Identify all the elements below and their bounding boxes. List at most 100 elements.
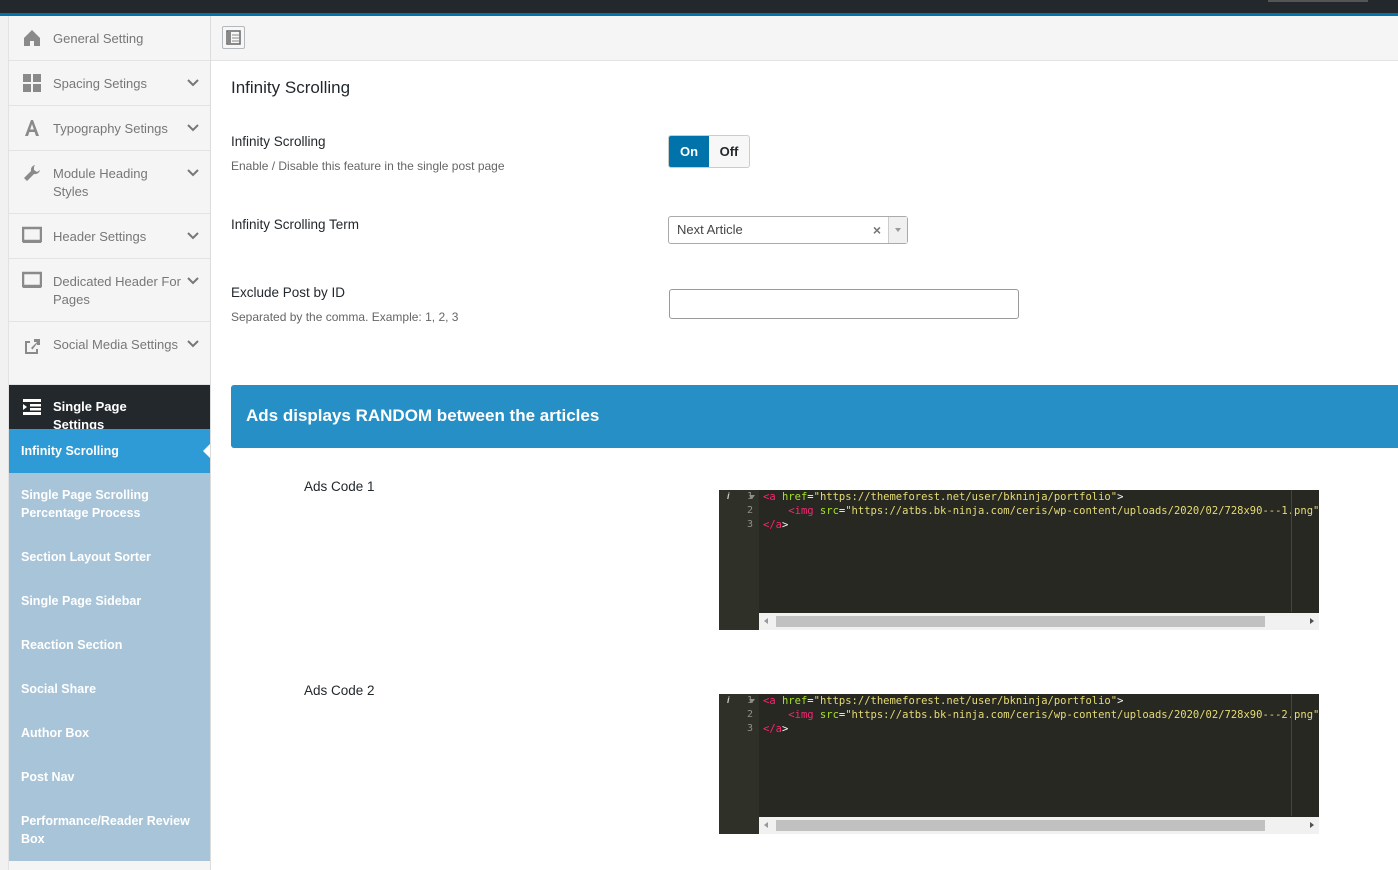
submenu-item-reaction-section[interactable]: Reaction Section [9,623,210,667]
monitor-icon [22,271,42,288]
options-sidebar: General Setting Spacing Setings Typograp… [9,16,211,870]
ad-image-src: https://atbs.bk-ninja.com/ceris/wp-conte… [851,709,1314,721]
scrolling-term-select[interactable]: Next Article × [668,216,908,244]
submenu-item-review-box[interactable]: Performance/Reader Review Box [9,799,210,861]
submenu-item-label: Performance/Reader Review Box [21,814,190,846]
share-icon [25,339,40,354]
admin-menu-edge [0,16,9,870]
list-icon [23,399,41,415]
exclude-post-label: Exclude Post by ID [231,285,346,300]
active-indicator [203,444,210,458]
admin-top-bar [0,0,1398,16]
ads-code-1-label: Ads Code 1 [304,479,375,494]
infinity-scrolling-switch: On Off [668,135,750,168]
submenu-item-social-share[interactable]: Social Share [9,667,210,711]
sidebar-item-single-page-settings[interactable]: Single Page Settings [9,385,210,432]
infinity-scrolling-label: Infinity Scrolling [231,134,326,149]
infinity-scrolling-description: Enable / Disable this feature in the sin… [231,159,505,173]
page-title: Infinity Scrolling [231,78,351,97]
sidebar-item-general-setting[interactable]: General Setting [9,16,210,61]
code-line: <img src="https://atbs.bk-ninja.com/ceri… [788,505,1319,517]
ad-link-href: https://themeforest.net/user/bkninja/por… [819,695,1111,707]
sidebar-item-label: Header Settings [53,229,147,244]
submenu-item-label: Social Share [21,682,97,696]
ads-section-banner: Ads displays RANDOM between the articles [231,385,1398,448]
submenu-item-label: Infinity Scrolling [21,444,119,458]
submenu-item-label: Single Page Sidebar [21,594,142,608]
ads-code-2-editor[interactable]: i 1 2 3 <a href="https://themeforest.net… [719,694,1319,834]
horizontal-scrollbar[interactable] [759,817,1319,834]
line-number: 2 [746,505,753,516]
chevron-down-icon [187,169,199,177]
ad-image-src: https://atbs.bk-ninja.com/ceris/wp-conte… [851,505,1314,517]
sidebar-item-label: Module Heading Styles [53,166,148,199]
sidebar-item-dedicated-header[interactable]: Dedicated Header For Pages [9,259,210,322]
grid-icon [23,74,41,92]
scrolling-term-label: Infinity Scrolling Term [231,217,360,232]
expand-options-button[interactable] [222,26,245,49]
scroll-right-icon[interactable] [1310,822,1314,828]
submenu-item-single-page-sidebar[interactable]: Single Page Sidebar [9,579,210,623]
editor-gutter: i 1 2 3 [719,490,759,630]
sidebar-item-spacing-settings[interactable]: Spacing Setings [9,61,210,106]
line-number: 3 [746,519,753,530]
sidebar-item-typography-settings[interactable]: Typography Setings [9,106,210,151]
exclude-post-description: Separated by the comma. Example: 1, 2, 3 [231,310,459,324]
horizontal-scrollbar[interactable] [759,613,1319,630]
print-margin [1291,490,1292,612]
sidebar-item-social-media-settings[interactable]: Social Media Settings [9,322,210,385]
scrollbar-thumb[interactable] [776,616,1265,627]
fold-arrow-icon[interactable] [749,495,755,500]
scroll-left-icon[interactable] [764,618,768,624]
chevron-down-icon [187,340,199,348]
submenu-item-author-box[interactable]: Author Box [9,711,210,755]
line-number: 2 [746,709,753,720]
submenu-item-label: Post Nav [21,770,75,784]
submenu-item-label: Single Page Scrolling Percentage Process [21,488,149,520]
sidebar-item-label: General Setting [53,31,144,46]
chevron-down-icon [187,277,199,285]
ads-code-1-editor[interactable]: i 1 2 3 <a href="https://themeforest.net… [719,490,1319,630]
switch-on-button[interactable]: On [669,136,709,167]
ad-link-href: https://themeforest.net/user/bkninja/por… [819,491,1111,503]
line-number: 1 [746,695,753,706]
clear-selection-icon[interactable]: × [873,222,881,238]
submenu-item-section-layout-sorter[interactable]: Section Layout Sorter [9,535,210,579]
submenu-item-infinity-scrolling[interactable]: Infinity Scrolling [9,429,210,473]
select-value: Next Article [677,222,743,237]
submenu-item-label: Author Box [21,726,90,740]
exclude-post-input[interactable] [669,289,1019,319]
sidebar-item-module-heading-styles[interactable]: Module Heading Styles [9,151,210,214]
banner-title: Ads displays RANDOM between the articles [246,406,600,425]
sidebar-item-header-settings[interactable]: Header Settings [9,214,210,259]
monitor-icon [22,226,42,243]
code-line: <a href="https://themeforest.net/user/bk… [763,491,1124,503]
submenu-item-post-nav[interactable]: Post Nav [9,755,210,799]
wrench-icon [24,165,40,181]
typography-icon [25,120,39,136]
sidebar-item-label: Spacing Setings [53,76,147,91]
scroll-left-icon[interactable] [764,822,768,828]
scroll-right-icon[interactable] [1310,618,1314,624]
editor-gutter: i 1 2 3 [719,694,759,834]
expand-icon [226,30,241,45]
line-number: 1 [746,491,753,502]
sidebar-item-label: Dedicated Header For Pages [53,274,181,307]
scrollbar-thumb[interactable] [776,820,1265,831]
print-margin [1291,694,1292,816]
sidebar-item-label: Social Media Settings [53,337,179,352]
triangle-down-icon [895,228,901,232]
ads-code-2-label: Ads Code 2 [304,683,375,698]
home-icon [24,30,40,46]
options-toolbar [211,16,1398,61]
sidebar-item-label: Typography Setings [53,121,168,136]
select-arrow[interactable] [888,217,907,243]
code-line: <a href="https://themeforest.net/user/bk… [763,695,1124,707]
switch-off-button[interactable]: Off [709,136,749,167]
fold-arrow-icon[interactable] [749,699,755,704]
top-bar-tab [1268,0,1368,2]
options-content: Infinity Scrolling Infinity Scrolling En… [211,61,1398,870]
chevron-down-icon [187,232,199,240]
submenu-item-scrolling-percentage[interactable]: Single Page Scrolling Percentage Process [9,473,210,535]
code-line: </a> [763,723,789,735]
